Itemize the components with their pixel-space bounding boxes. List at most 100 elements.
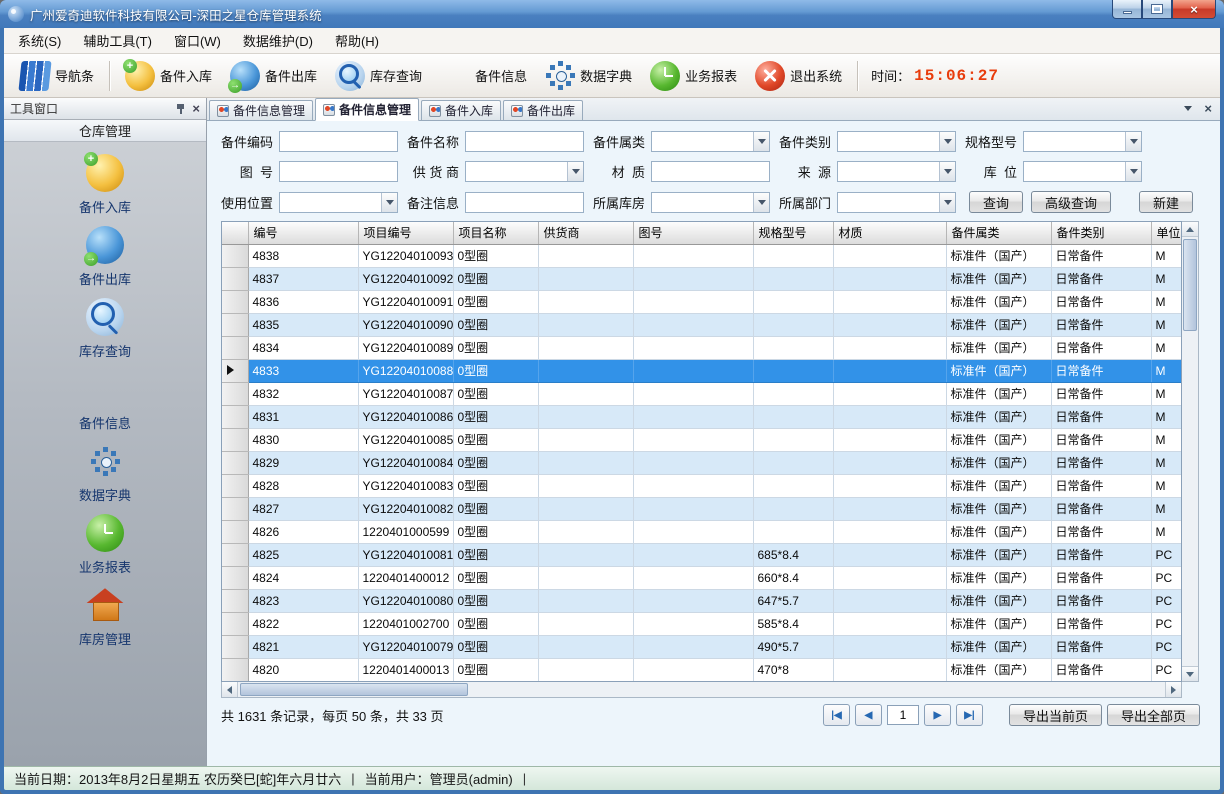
scroll-down-icon[interactable] [1182,666,1198,681]
row-header-cell[interactable] [222,267,248,290]
table-row[interactable]: 4825YG122040100810型圈685*8.4标准件（国产）日常备件PC [222,543,1181,566]
row-header-cell[interactable] [222,474,248,497]
menu-item-4[interactable]: 帮助(H) [325,27,389,54]
sidebar-item-warehouse[interactable]: 库房管理 [50,586,160,648]
scroll-up-icon[interactable] [1182,222,1198,237]
prev-page-button[interactable]: ◀ [855,704,882,726]
sidebar-item-part-info[interactable]: 备件信息 [50,370,160,432]
row-header-cell[interactable] [222,244,248,267]
pin-icon[interactable] [175,103,186,115]
remark-input[interactable] [465,192,584,213]
sidebar-item-report[interactable]: 业务报表 [50,514,160,576]
supplier-select[interactable] [465,161,584,182]
column-header-5[interactable]: 规格型号 [753,222,833,244]
row-header-cell[interactable] [222,336,248,359]
sidebar-item-part-out[interactable]: 备件出库 [50,226,160,288]
sidebar-item-data-dict[interactable]: 数据字典 [50,442,160,504]
toolbar-exit-button[interactable]: 退出系统 [749,58,848,94]
sidebar-item-stock-query[interactable]: 库存查询 [50,298,160,360]
vscroll-track[interactable] [1182,333,1198,666]
column-header-7[interactable]: 备件属类 [946,222,1051,244]
vscroll-thumb[interactable] [1183,239,1197,331]
export-all-pages-button[interactable]: 导出全部页 [1107,704,1200,726]
toolbar-nav-button[interactable]: 导航条 [14,58,100,94]
table-row[interactable]: 4827YG122040100820型圈标准件（国产）日常备件M [222,497,1181,520]
table-row[interactable]: 4837YG122040100920型圈标准件（国产）日常备件M [222,267,1181,290]
table-row[interactable]: 482012204014000130型圈470*8标准件（国产）日常备件PC [222,658,1181,681]
part-name-input[interactable] [465,131,584,152]
minimize-button[interactable] [1112,0,1142,19]
maximize-button[interactable] [1142,0,1172,19]
sidebar-close-icon[interactable]: × [192,102,200,115]
table-row[interactable]: 4828YG122040100830型圈标准件（国产）日常备件M [222,474,1181,497]
table-row[interactable]: 4829YG122040100840型圈标准件（国产）日常备件M [222,451,1181,474]
table-row[interactable]: 4833YG122040100880型圈标准件（国产）日常备件M [222,359,1181,382]
row-header-cell[interactable] [222,313,248,336]
tab-0[interactable]: 备件信息管理 [209,100,313,120]
source-select[interactable] [837,161,956,182]
column-header-8[interactable]: 备件类别 [1051,222,1151,244]
menu-item-3[interactable]: 数据维护(D) [233,27,323,54]
column-header-0[interactable]: 编号 [248,222,358,244]
table-row[interactable]: 4831YG122040100860型圈标准件（国产）日常备件M [222,405,1181,428]
part-category-select[interactable] [651,131,770,152]
table-row[interactable]: 4838YG122040100930型圈标准件（国产）日常备件M [222,244,1181,267]
warehouse-select[interactable] [651,192,770,213]
row-header-cell[interactable] [222,635,248,658]
table-row[interactable]: 482212204010027000型圈585*8.4标准件（国产）日常备件PC [222,612,1181,635]
row-header-cell[interactable] [222,382,248,405]
table-row[interactable]: 4832YG122040100870型圈标准件（国产）日常备件M [222,382,1181,405]
table-row[interactable]: 4830YG122040100850型圈标准件（国产）日常备件M [222,428,1181,451]
row-header-cell[interactable] [222,612,248,635]
table-row[interactable]: 4821YG122040100790型圈490*5.7标准件（国产）日常备件PC [222,635,1181,658]
tab-3[interactable]: 备件出库 [503,100,583,120]
advanced-query-button[interactable]: 高级查询 [1031,191,1111,213]
part-code-input[interactable] [279,131,398,152]
column-header-1[interactable]: 项目编号 [358,222,453,244]
department-select[interactable] [837,192,956,213]
toolbar-report-button[interactable]: 业务报表 [644,58,743,94]
toolbar-part-out-button[interactable]: 备件出库 [224,58,323,94]
table-row[interactable]: 4836YG122040100910型圈标准件（国产）日常备件M [222,290,1181,313]
chevron-down-icon[interactable] [1184,106,1192,111]
column-header-2[interactable]: 项目名称 [453,222,538,244]
table-row[interactable]: 4834YG122040100890型圈标准件（国产）日常备件M [222,336,1181,359]
table-row[interactable]: 4835YG122040100900型圈标准件（国产）日常备件M [222,313,1181,336]
toolbar-part-info-button[interactable]: 备件信息 [434,58,533,94]
tab-2[interactable]: 备件入库 [421,100,501,120]
menu-item-0[interactable]: 系统(S) [8,27,71,54]
row-header-cell[interactable] [222,589,248,612]
row-header-cell[interactable] [222,451,248,474]
toolbar-stock-query-button[interactable]: 库存查询 [329,58,428,94]
table-row[interactable]: 482412204014000120型圈660*8.4标准件（国产）日常备件PC [222,566,1181,589]
tab-1[interactable]: 备件信息管理 [315,98,419,121]
page-number-input[interactable] [887,705,919,725]
row-header-cell[interactable] [222,520,248,543]
location-select[interactable] [1023,161,1142,182]
vertical-scrollbar[interactable] [1182,221,1199,682]
table-row[interactable]: 482612204010005990型圈标准件（国产）日常备件M [222,520,1181,543]
toolbar-data-dict-button[interactable]: 数据字典 [539,58,638,94]
hscroll-track[interactable] [470,682,1165,697]
menu-item-2[interactable]: 窗口(W) [164,27,231,54]
menu-item-1[interactable]: 辅助工具(T) [73,27,162,54]
query-button[interactable]: 查询 [969,191,1023,213]
last-page-button[interactable]: ▶| [956,704,983,726]
part-type-select[interactable] [837,131,956,152]
horizontal-scrollbar[interactable] [221,682,1182,698]
spec-model-select[interactable] [1023,131,1142,152]
sidebar-item-part-in[interactable]: 备件入库 [50,154,160,216]
column-header-3[interactable]: 供货商 [538,222,633,244]
tab-close-icon[interactable]: × [1204,102,1212,115]
toolbar-part-in-button[interactable]: 备件入库 [119,58,218,94]
row-header-cell[interactable] [222,428,248,451]
row-header-cell[interactable] [222,658,248,681]
column-header-9[interactable]: 单位 [1151,222,1181,244]
row-header-cell[interactable] [222,359,248,382]
column-header-6[interactable]: 材质 [833,222,946,244]
row-header-cell[interactable] [222,405,248,428]
table-row[interactable]: 4823YG122040100800型圈647*5.7标准件（国产）日常备件PC [222,589,1181,612]
next-page-button[interactable]: ▶ [924,704,951,726]
new-button[interactable]: 新建 [1139,191,1193,213]
row-header-cell[interactable] [222,497,248,520]
